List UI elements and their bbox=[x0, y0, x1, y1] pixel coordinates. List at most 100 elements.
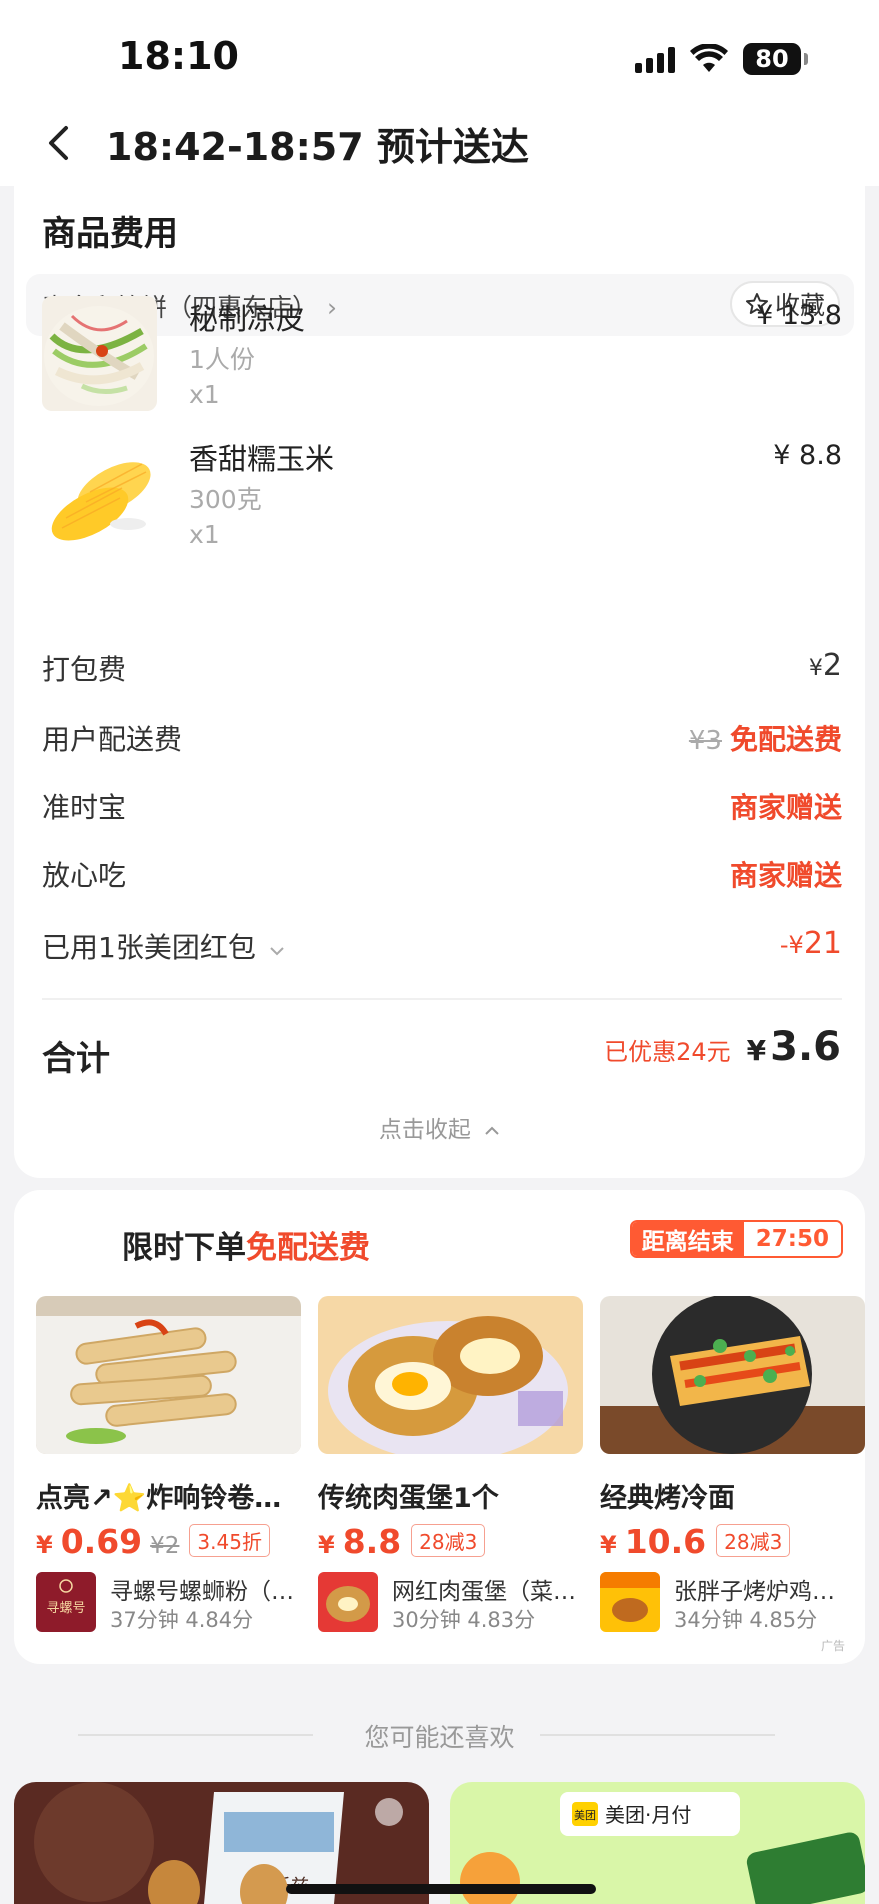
safe-eat-value: 商家赠送 bbox=[729, 859, 842, 892]
item-price: ¥ 13.8 bbox=[756, 300, 842, 331]
collapse-button[interactable]: 点击收起 bbox=[14, 1110, 865, 1144]
packing-fee-currency: ¥ bbox=[808, 656, 823, 681]
promo-title-highlight: 免配送费 bbox=[246, 1230, 370, 1266]
product-price-line: ¥8.8 28减3 bbox=[318, 1522, 486, 1561]
section-title: 商品费用 bbox=[42, 214, 178, 254]
fee-row-safe-eat: 放心吃 商家赠送 bbox=[42, 854, 842, 898]
product-original-price: ¥2 bbox=[150, 1533, 180, 1559]
product-currency: ¥ bbox=[318, 1531, 335, 1559]
delivery-fee-value: ¥3 免配送费 bbox=[689, 718, 842, 758]
item-quantity: x1 bbox=[189, 520, 220, 549]
item-image-liangpi bbox=[42, 296, 157, 411]
item-image-corn bbox=[42, 436, 157, 551]
status-icons: 80 bbox=[635, 42, 808, 76]
packing-fee-label: 打包费 bbox=[42, 653, 127, 686]
countdown-timer: 距离结束 27:50 bbox=[629, 1220, 843, 1258]
product-discount-tag: 28减3 bbox=[411, 1524, 486, 1557]
product-discount-tag: 28减3 bbox=[716, 1524, 791, 1557]
cost-card: 商品费用 麦多和馅饼（四惠东店） › 收藏 秘制凉皮 1人份 x1 ¥ 13.8… bbox=[14, 186, 865, 1178]
promo-product[interactable]: 经典烤冷面 ¥10.6 28减3 张胖子烤炉鸡… 34分钟 4.85分 bbox=[600, 1296, 865, 1646]
shop-logo: 寻螺号 bbox=[36, 1572, 96, 1632]
countdown-label: 距离结束 bbox=[631, 1222, 744, 1256]
item-quantity: x1 bbox=[189, 380, 220, 409]
order-item[interactable]: 秘制凉皮 1人份 x1 ¥ 13.8 bbox=[42, 296, 842, 416]
countdown-time: 27:50 bbox=[743, 1222, 841, 1256]
banner-brand-text: 美团 bbox=[574, 1809, 596, 1822]
delivery-fee-label: 用户配送费 bbox=[42, 723, 183, 756]
shop-name: 网红肉蛋堡（菜… bbox=[392, 1579, 576, 1605]
item-name: 秘制凉皮 bbox=[189, 302, 306, 336]
delivery-fee-original: ¥3 bbox=[688, 726, 722, 756]
total-amount: ¥3.6 bbox=[747, 1024, 841, 1070]
fee-row-ontime: 准时宝 商家赠送 bbox=[42, 786, 842, 830]
product-image-tofu-rolls bbox=[36, 1296, 301, 1454]
shop-name: 张胖子烤炉鸡… bbox=[674, 1579, 835, 1605]
top-bar: 18:10 80 18:42-18:57 预计送达 bbox=[0, 0, 879, 186]
product-price-line: ¥0.69 ¥2 3.45折 bbox=[36, 1522, 270, 1561]
product-title: 传统肉蛋堡1个 bbox=[318, 1483, 499, 1514]
safe-eat-label: 放心吃 bbox=[42, 859, 127, 892]
packing-fee-value: ¥2 bbox=[809, 648, 842, 683]
chevron-up-icon bbox=[485, 1126, 499, 1135]
saved-amount: 已优惠24元 bbox=[604, 1038, 731, 1066]
total-label: 合计 bbox=[42, 1039, 110, 1079]
divider-right bbox=[540, 1734, 775, 1736]
promo-card: 限时下单免配送费 距离结束 27:50 点亮↗⭐炸响铃卷… ¥0.69 ¥2 3… bbox=[14, 1190, 865, 1664]
shop-meta: 34分钟 4.85分 bbox=[674, 1608, 818, 1632]
fee-row-packing: 打包费 ¥2 bbox=[42, 648, 842, 692]
product-price: 10.6 bbox=[624, 1522, 707, 1561]
ontime-label: 准时宝 bbox=[42, 791, 127, 824]
shop-meta: 30分钟 4.83分 bbox=[392, 1608, 536, 1632]
product-image-cold-noodle bbox=[600, 1296, 865, 1454]
battery-icon: 80 bbox=[743, 43, 808, 75]
redpack-prefix: -¥ bbox=[779, 931, 804, 959]
divider bbox=[42, 998, 842, 1000]
ontime-value: 商家赠送 bbox=[729, 791, 842, 824]
delivery-fee-free: 免配送费 bbox=[729, 723, 842, 756]
product-currency: ¥ bbox=[600, 1531, 617, 1559]
recommend-title: 您可能还喜欢 bbox=[364, 1723, 515, 1752]
total-currency: ¥ bbox=[746, 1034, 767, 1067]
item-name: 香甜糯玉米 bbox=[189, 442, 335, 476]
recommend-header: 您可能还喜欢 bbox=[0, 1718, 879, 1752]
banner-title: 美团·月付 bbox=[605, 1803, 691, 1827]
product-price-line: ¥10.6 28减3 bbox=[600, 1522, 791, 1561]
wifi-icon bbox=[690, 44, 728, 72]
promo-title: 限时下单免配送费 bbox=[122, 1222, 370, 1267]
product-currency: ¥ bbox=[36, 1531, 53, 1559]
shop-name: 寻螺号螺蛳粉（… bbox=[110, 1579, 294, 1605]
packing-fee-amount: 2 bbox=[822, 648, 842, 683]
redpack-value: -¥21 bbox=[780, 926, 842, 961]
product-image-egg-burger bbox=[318, 1296, 583, 1454]
shop-logo bbox=[600, 1572, 660, 1632]
fee-row-delivery: 用户配送费 ¥3 免配送费 bbox=[42, 718, 842, 762]
product-price: 0.69 bbox=[60, 1522, 143, 1561]
chevron-down-icon bbox=[270, 947, 284, 956]
back-button[interactable] bbox=[38, 118, 78, 168]
shop-logo-text: 寻螺号 bbox=[46, 1601, 85, 1616]
item-spec: 1人份 bbox=[189, 345, 255, 374]
ad-label: 广告 bbox=[820, 1639, 845, 1653]
redpack-label[interactable]: 已用1张美团红包 bbox=[42, 926, 285, 966]
promo-title-prefix: 限时下单 bbox=[122, 1230, 246, 1266]
home-indicator bbox=[286, 1884, 596, 1894]
order-item[interactable]: 香甜糯玉米 300克 x1 ¥ 8.8 bbox=[42, 436, 842, 556]
product-discount-tag: 3.45折 bbox=[189, 1524, 270, 1557]
page-title: 18:42-18:57 预计送达 bbox=[106, 125, 529, 169]
promo-product[interactable]: 点亮↗⭐炸响铃卷… ¥0.69 ¥2 3.45折 寻螺号 寻螺号螺蛳粉（… 37… bbox=[36, 1296, 301, 1646]
redpack-amount: 21 bbox=[803, 926, 842, 961]
promo-product[interactable]: 传统肉蛋堡1个 ¥8.8 28减3 网红肉蛋堡（菜… 30分钟 4.83分 bbox=[318, 1296, 583, 1646]
chevron-left-icon bbox=[49, 126, 68, 160]
fee-row-redpack[interactable]: 已用1张美团红包 -¥21 bbox=[42, 926, 842, 970]
total-value: 3.6 bbox=[770, 1024, 841, 1070]
item-spec: 300克 bbox=[189, 485, 262, 514]
product-title: 点亮↗⭐炸响铃卷… bbox=[36, 1483, 282, 1514]
signal-icon bbox=[635, 45, 675, 73]
collapse-label: 点击收起 bbox=[378, 1117, 471, 1143]
shop-logo bbox=[318, 1572, 378, 1632]
status-time: 18:10 bbox=[118, 34, 239, 78]
item-price: ¥ 8.8 bbox=[773, 440, 842, 471]
total-summary: 已优惠24元 ¥3.6 bbox=[604, 1024, 841, 1070]
shop-meta: 37分钟 4.84分 bbox=[110, 1608, 254, 1632]
product-price: 8.8 bbox=[342, 1522, 402, 1561]
